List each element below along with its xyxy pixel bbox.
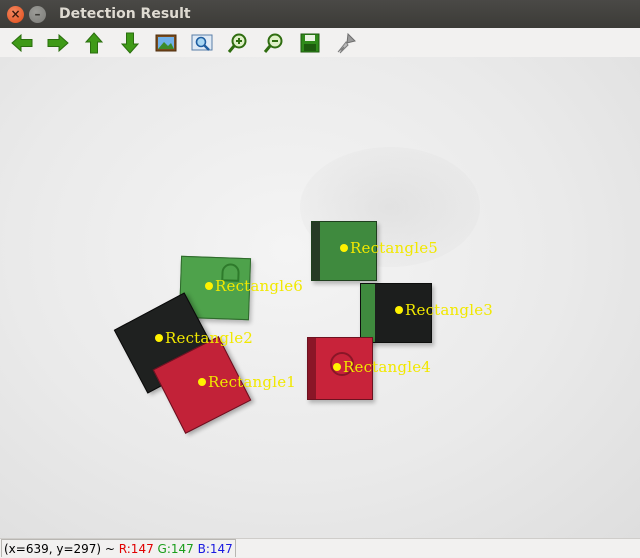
arrow-right-icon: [47, 33, 69, 52]
pixel-green-value: G:147: [157, 542, 194, 556]
detection-label-rectangle1: Rectangle1: [208, 373, 297, 391]
pixel-red-value: R:147: [118, 542, 154, 556]
save-button[interactable]: [296, 30, 324, 56]
zoom-in-icon: [227, 33, 247, 53]
pan-right-button[interactable]: [44, 30, 72, 56]
minimize-icon: –: [34, 7, 41, 21]
status-bar: (x=639, y=297) ~ R:147 G:147 B:147: [0, 538, 640, 557]
centroid-dot-rectangle4: [333, 363, 341, 371]
title-bar: × – Detection Result: [0, 0, 640, 28]
zoom-out-icon: [263, 33, 283, 53]
pan-up-button[interactable]: [80, 30, 108, 56]
cube-side-face: [361, 284, 375, 342]
arrow-up-icon: [84, 31, 104, 53]
cube-side-shadow: [312, 222, 320, 280]
window-title: Detection Result: [59, 6, 191, 22]
image-canvas[interactable]: Rectangle5 Rectangle6 Rectangle3 Rectang…: [0, 57, 640, 538]
cursor-coordinates: (x=639, y=297) ~: [4, 542, 119, 556]
detection-label-rectangle2: Rectangle2: [165, 329, 254, 347]
zoom-out-button[interactable]: [260, 30, 288, 56]
centroid-dot-rectangle1: [198, 378, 206, 386]
zoom-original-button[interactable]: [152, 30, 180, 56]
detection-label-rectangle5: Rectangle5: [350, 239, 439, 257]
pixel-blue-value: B:147: [197, 542, 233, 556]
arrow-down-icon: [120, 32, 140, 54]
centroid-dot-rectangle2: [155, 334, 163, 342]
centroid-dot-rectangle5: [340, 244, 348, 252]
centroid-dot-rectangle6: [205, 282, 213, 290]
status-readout: (x=639, y=297) ~ R:147 G:147 B:147: [1, 539, 236, 557]
properties-icon: [337, 32, 356, 53]
toolbar: [0, 28, 640, 58]
close-button[interactable]: ×: [7, 5, 24, 23]
zoom-fit-icon: [191, 34, 213, 51]
centroid-dot-rectangle3: [395, 306, 403, 314]
zoom-in-button[interactable]: [224, 30, 252, 56]
cube-side-shadow: [308, 338, 316, 399]
image-icon: [155, 34, 177, 51]
detection-label-rectangle6: Rectangle6: [215, 277, 304, 295]
properties-button[interactable]: [332, 30, 360, 56]
save-icon: [300, 33, 320, 52]
close-icon: ×: [10, 7, 21, 21]
zoom-fit-button[interactable]: [188, 30, 216, 56]
minimize-button[interactable]: –: [29, 5, 46, 23]
detection-label-rectangle4: Rectangle4: [343, 358, 432, 376]
detection-label-rectangle3: Rectangle3: [405, 301, 494, 319]
arrow-left-icon: [11, 33, 33, 52]
pan-left-button[interactable]: [8, 30, 36, 56]
pan-down-button[interactable]: [116, 30, 144, 56]
